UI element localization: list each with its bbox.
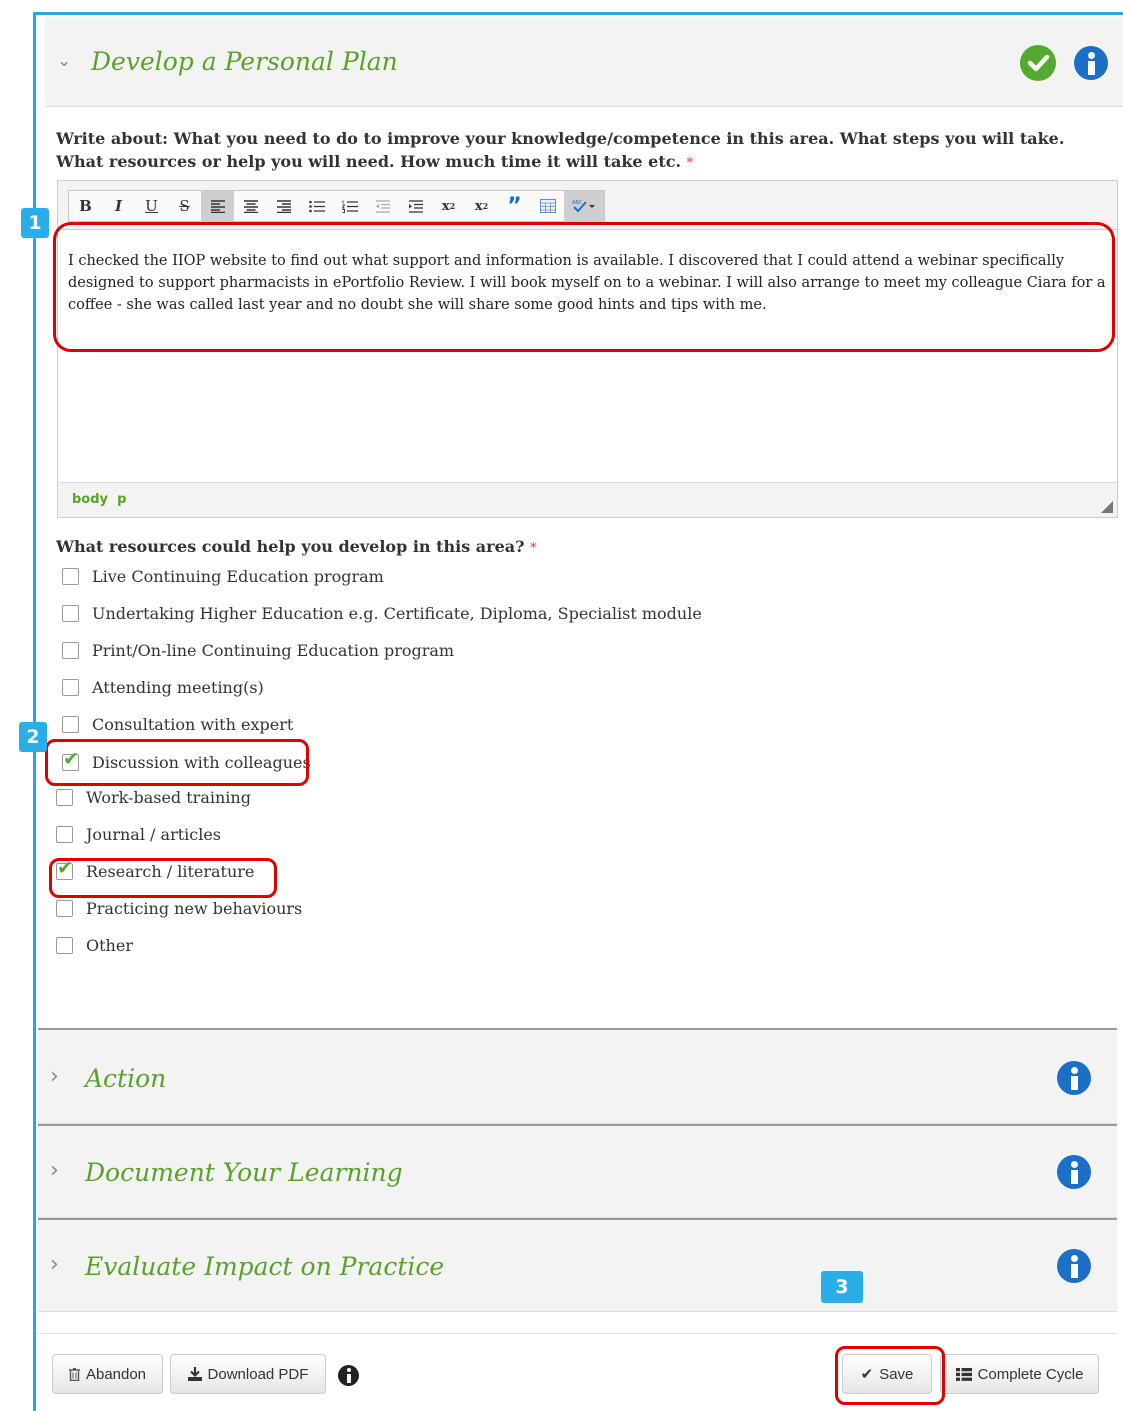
option-label: Other (86, 936, 133, 955)
resize-handle-icon[interactable] (1101, 501, 1113, 513)
option-live-ce[interactable]: Live Continuing Education program (62, 567, 384, 586)
checkbox[interactable] (62, 716, 79, 733)
develop-panel-title: Develop a Personal Plan (91, 47, 398, 76)
checkbox[interactable] (56, 900, 73, 917)
editor-statusbar: body p (58, 482, 1117, 517)
info-icon[interactable] (1057, 1155, 1091, 1189)
option-label: Consultation with expert (92, 715, 294, 734)
option-label: Print/On-line Continuing Education progr… (92, 641, 455, 660)
develop-panel-header[interactable]: ⌄ Develop a Personal Plan (45, 17, 1123, 107)
outdent-button[interactable] (366, 191, 399, 221)
resources-question-text: What resources could help you develop in… (56, 537, 525, 556)
option-label: Live Continuing Education program (92, 567, 384, 586)
highlight-editor-text (53, 222, 1115, 352)
indent-button[interactable] (399, 191, 432, 221)
bold-button[interactable]: B (69, 191, 102, 221)
abandon-button[interactable]: Abandon (52, 1354, 163, 1394)
option-label: Journal / articles (86, 825, 222, 844)
option-label: Attending meeting(s) (92, 678, 264, 697)
download-pdf-button[interactable]: Download PDF (170, 1354, 326, 1394)
checkbox[interactable] (62, 679, 79, 696)
complete-cycle-label: Complete Cycle (977, 1365, 1084, 1383)
chevron-right-icon: › (50, 1064, 59, 1089)
required-mark: * (530, 541, 537, 556)
document-panel-title: Document Your Learning (85, 1158, 403, 1187)
info-icon[interactable] (1057, 1249, 1091, 1283)
info-icon[interactable] (1057, 1061, 1091, 1095)
option-higher-education[interactable]: Undertaking Higher Education e.g. Certif… (62, 604, 702, 623)
step-marker-3: 3 (821, 1271, 863, 1303)
abandon-label: Abandon (85, 1365, 147, 1383)
checkbox[interactable] (56, 789, 73, 806)
table-button[interactable] (531, 191, 564, 221)
option-practicing-behaviours[interactable]: Practicing new behaviours (56, 899, 302, 918)
checkbox[interactable] (56, 826, 73, 843)
chevron-right-icon: › (50, 1158, 59, 1183)
frame-top-border (33, 12, 1123, 15)
download-icon (187, 1367, 202, 1381)
check-circle-icon (1020, 45, 1056, 81)
option-consultation-expert[interactable]: Consultation with expert (62, 715, 293, 734)
option-other[interactable]: Other (56, 936, 133, 955)
step-marker-1: 1 (21, 208, 49, 238)
highlight-save-button (835, 1346, 945, 1405)
plan-prompt: Write about: What you need to do to impr… (56, 127, 1076, 175)
align-center-button[interactable] (234, 191, 267, 221)
download-label: Download PDF (207, 1365, 309, 1383)
checkbox[interactable] (56, 937, 73, 954)
evaluate-panel-title: Evaluate Impact on Practice (85, 1252, 445, 1281)
checkbox[interactable] (62, 605, 79, 622)
footer-divider (38, 1333, 1117, 1334)
action-panel-header[interactable]: › Action (38, 1028, 1117, 1124)
option-label: Work-based training (86, 788, 251, 807)
spellcheck-button[interactable]: ABC (564, 191, 604, 221)
option-journal-articles[interactable]: Journal / articles (56, 825, 221, 844)
required-mark: * (686, 156, 694, 171)
evaluate-panel-header[interactable]: › Evaluate Impact on Practice (38, 1218, 1117, 1312)
subscript-button[interactable]: x2 (465, 191, 498, 221)
option-work-based-training[interactable]: Work-based training (56, 788, 251, 807)
resources-question: What resources could help you develop in… (56, 537, 537, 556)
complete-cycle-button[interactable]: Complete Cycle (940, 1354, 1099, 1394)
step-marker-2: 2 (19, 722, 47, 752)
blockquote-button[interactable]: ” (498, 191, 531, 221)
checkbox[interactable] (62, 568, 79, 585)
list-icon (955, 1367, 972, 1381)
document-panel-header[interactable]: › Document Your Learning (38, 1124, 1117, 1218)
trash-icon (68, 1367, 80, 1381)
underline-button[interactable]: U (135, 191, 168, 221)
option-attending-meetings[interactable]: Attending meeting(s) (62, 678, 264, 697)
info-icon[interactable] (1074, 46, 1108, 80)
bullet-list-button[interactable] (300, 191, 333, 221)
align-left-button[interactable] (201, 191, 234, 221)
element-path: body p (72, 492, 127, 507)
chevron-down-icon: ⌄ (57, 51, 72, 71)
option-label: Undertaking Higher Education e.g. Certif… (92, 604, 702, 623)
highlight-research-literature (49, 858, 277, 898)
italic-button[interactable]: I (102, 191, 135, 221)
chevron-right-icon: › (50, 1252, 59, 1277)
action-panel-title: Action (85, 1064, 167, 1093)
strikethrough-button[interactable]: S (168, 191, 201, 221)
option-label: Practicing new behaviours (86, 899, 303, 918)
numbered-list-button[interactable] (333, 191, 366, 221)
option-print-online-ce[interactable]: Print/On-line Continuing Education progr… (62, 641, 454, 660)
svg-text:ABC: ABC (572, 200, 583, 206)
align-right-button[interactable] (267, 191, 300, 221)
toolbar-button-group: B I U S x2 x 2 ” ABC (68, 190, 605, 222)
highlight-discussion-colleagues (45, 739, 309, 786)
superscript-button[interactable]: x2 (432, 191, 465, 221)
plan-prompt-text: Write about: What you need to do to impr… (56, 129, 1065, 171)
checkbox[interactable] (62, 642, 79, 659)
download-info-icon[interactable] (338, 1365, 359, 1386)
